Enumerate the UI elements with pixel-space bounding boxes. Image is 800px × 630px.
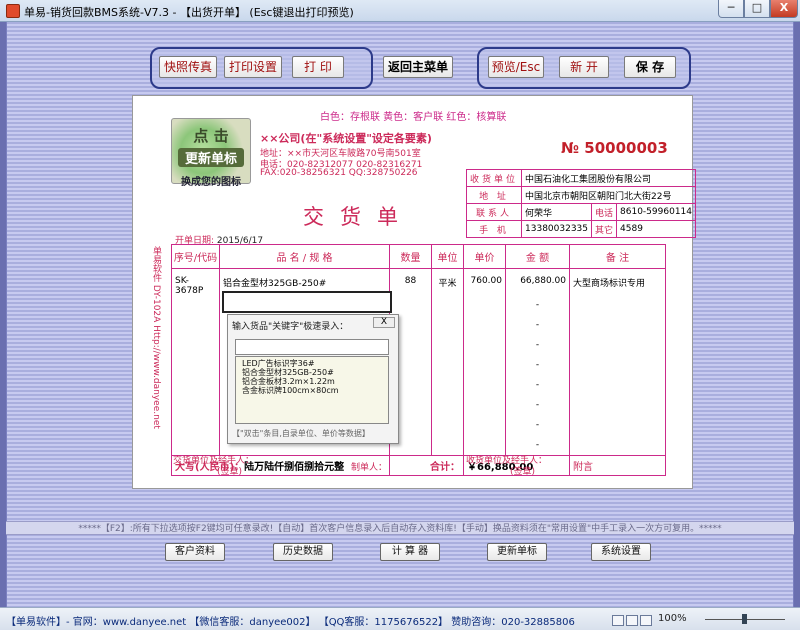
row-amount: 66,880.00 xyxy=(520,276,566,286)
total-sum-label: 合计： xyxy=(389,455,464,476)
col-header-code: 序号/代码 xyxy=(171,244,220,269)
customer-phone-value[interactable]: 8610-59960114 xyxy=(616,203,696,221)
customer-unit-value[interactable]: 中国石油化工集团股份有限公司 xyxy=(521,169,696,187)
list-item[interactable]: LED广告标识字36# xyxy=(242,359,382,368)
company-logo-placeholder[interactable]: 点 击 更新单标 换成您的图标 xyxy=(171,118,251,188)
status-bar: 【单易软件】- 官网：www.danyee.net 【微信客服：danyee00… xyxy=(0,607,800,630)
customer-mobile-value[interactable]: 13380032335 xyxy=(521,220,593,238)
window-title: 单易-销货回款BMS系统-V7.3 - 【出货开单】 (Esc键退出打印预览) xyxy=(24,6,354,19)
logo-line3: 换成您的图标 xyxy=(181,177,241,188)
multi-page-view-icon[interactable] xyxy=(640,614,652,626)
maximize-button[interactable]: □ xyxy=(744,0,770,18)
empty-amount-dash: - xyxy=(535,380,540,390)
quick-entry-popup: 输入货品"关键字"极速录入： X LED广告标识字36# 铝合金型材325GB-… xyxy=(227,314,399,444)
popup-title: 输入货品"关键字"极速录入： xyxy=(232,322,349,332)
total-upper-value: 陆万陆仟捌佰捌拾元整 xyxy=(244,462,345,473)
customer-other-value[interactable]: 4589 xyxy=(616,220,696,238)
snapshot-fax-button[interactable]: 快照传真 xyxy=(159,56,217,78)
col-header-amount: 金 额 xyxy=(505,244,570,269)
product-suggestion-list: LED广告标识字36# 铝合金型材325GB-250# 铝合金板材3.2m×1.… xyxy=(235,356,389,424)
attach-note-label[interactable]: 附言 xyxy=(569,455,666,476)
logo-line2: 更新单标 xyxy=(178,148,244,167)
update-logo-button[interactable]: 更新单标 xyxy=(487,543,547,561)
popup-close-button[interactable]: X xyxy=(373,317,395,328)
col-header-price: 单价 xyxy=(463,244,506,269)
view-mode-controls xyxy=(612,613,654,626)
customer-contact-label: 联系人 xyxy=(465,203,523,221)
empty-amount-column: - - - - - - - - xyxy=(509,295,566,455)
receive-stamp-label: (签章) xyxy=(510,467,536,477)
title-bar: 单易-销货回款BMS系统-V7.3 - 【出货开单】 (Esc键退出打印预览) … xyxy=(0,0,800,22)
calculator-button[interactable]: 计 算 器 xyxy=(380,543,440,561)
col-header-name: 品 名 / 规 格 xyxy=(219,244,390,269)
customer-address-label: 地 址 xyxy=(465,186,523,204)
row-price[interactable]: 760.00 xyxy=(463,268,506,456)
preview-esc-button[interactable]: 预览/Esc xyxy=(488,56,544,78)
company-name: ××公司(在"系统设置"设定各要素) xyxy=(260,132,432,145)
print-settings-button[interactable]: 打印设置 xyxy=(224,56,282,78)
customer-info-table: 收货单位 中国石油化工集团股份有限公司 地 址 中国北京市朝阳区朝阳门北大街22… xyxy=(465,169,696,238)
app-logo-icon xyxy=(6,4,20,18)
empty-amount-dash: - xyxy=(535,300,540,310)
main-area: 快照传真 打印设置 打 印 返回主菜单 预览/Esc 新 开 保 存 白色：存根… xyxy=(6,22,794,607)
keyword-search-input[interactable] xyxy=(235,339,389,355)
company-fax-qq: FAX:020-38256321 QQ:328750226 xyxy=(260,168,418,178)
row-unit[interactable]: 平米 xyxy=(431,268,464,456)
list-item[interactable]: 铝合金板材3.2m×1.22m xyxy=(242,377,382,386)
customer-phone-label: 电话 xyxy=(591,203,618,221)
two-page-view-icon[interactable] xyxy=(626,614,638,626)
side-vertical-text: 单易软件 DY-102A Http://www.danyee.net xyxy=(151,246,161,429)
row-code[interactable]: SK-3678P xyxy=(171,268,220,456)
history-data-button[interactable]: 历史数据 xyxy=(273,543,333,561)
col-header-qty: 数量 xyxy=(389,244,432,269)
maker-label: 制单人： xyxy=(351,463,388,473)
row-remark[interactable]: 大型商场标识专用 xyxy=(569,268,666,456)
document-title: 交货单 xyxy=(303,205,414,229)
col-header-remark: 备 注 xyxy=(569,244,666,269)
close-button[interactable]: X xyxy=(770,0,798,18)
zoom-level: 100% xyxy=(658,613,687,624)
minimize-button[interactable]: ─ xyxy=(718,0,744,18)
status-text: 【单易软件】- 官网：www.danyee.net 【微信客服：danyee00… xyxy=(6,617,575,628)
tips-marquee: *****【F2】:所有下拉选项按F2键均可任意录改!【自动】首次客户信息录入后… xyxy=(6,521,794,535)
customer-address-value[interactable]: 中国北京市朝阳区朝阳门北大街22号 xyxy=(521,186,696,204)
col-header-unit: 单位 xyxy=(431,244,464,269)
list-item[interactable]: 铝合金型材325GB-250# xyxy=(242,368,382,377)
row-amount-cell[interactable]: 66,880.00 - - - - - - - - xyxy=(505,268,570,456)
customer-contact-value[interactable]: 何荣华 xyxy=(521,203,593,221)
delivery-note-paper: 白色：存根联 黄色：客户联 红色：核算联 点 击 更新单标 换成您的图标 ××公… xyxy=(132,95,696,489)
save-button[interactable]: 保 存 xyxy=(624,56,676,78)
print-button[interactable]: 打 印 xyxy=(292,56,344,78)
customer-data-button[interactable]: 客户资料 xyxy=(165,543,225,561)
active-edit-cell[interactable] xyxy=(222,291,392,313)
empty-amount-dash: - xyxy=(535,340,540,350)
empty-amount-dash: - xyxy=(535,440,540,450)
list-item[interactable]: 含金标识牌100cm×80cm xyxy=(242,386,382,395)
new-doc-button[interactable]: 新 开 xyxy=(559,56,609,78)
zoom-slider-thumb[interactable] xyxy=(742,614,747,624)
empty-amount-dash: - xyxy=(535,420,540,430)
customer-mobile-label: 手 机 xyxy=(465,220,523,238)
empty-amount-dash: - xyxy=(535,360,540,370)
empty-amount-dash: - xyxy=(535,320,540,330)
color-legend: 白色：存根联 黄色：客户联 红色：核算联 xyxy=(320,112,507,123)
document-number: № 50000003 xyxy=(561,139,668,157)
customer-other-label: 其它 xyxy=(591,220,618,238)
back-main-menu-button[interactable]: 返回主菜单 xyxy=(383,56,453,78)
empty-amount-dash: - xyxy=(535,400,540,410)
logo-line1: 点 击 xyxy=(193,127,229,145)
system-settings-button[interactable]: 系统设置 xyxy=(591,543,651,561)
popup-hint: 【"双击"条目,自录单位、单价等数据】 xyxy=(232,429,370,438)
customer-unit-label: 收货单位 xyxy=(465,169,523,187)
single-page-view-icon[interactable] xyxy=(612,614,624,626)
deliver-stamp-label: (签章) xyxy=(217,467,243,477)
